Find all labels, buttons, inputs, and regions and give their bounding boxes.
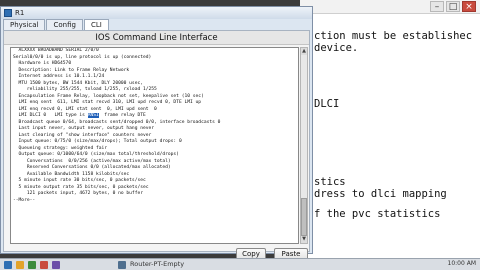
folder-icon[interactable] [16, 261, 24, 269]
doc-line: f the pvc statistics [314, 208, 441, 220]
background-window-titlebar: – □ × [300, 0, 480, 14]
doc-line: DLCI [314, 98, 340, 110]
tab-physical[interactable]: Physical [3, 19, 46, 30]
tab-cli[interactable]: CLI [83, 19, 109, 30]
app-icon[interactable] [40, 261, 48, 269]
taskbar-clock: 10:00 AM [447, 260, 476, 267]
scroll-thumb[interactable] [301, 198, 307, 236]
doc-line: device. [314, 42, 359, 54]
doc-line: ction must be establishec [314, 30, 473, 42]
window-title-bar[interactable]: R1 [1, 7, 312, 19]
window-title: R1 [15, 9, 25, 17]
cli-header: IOS Command Line Interface [4, 31, 309, 45]
background-document: ction must be establishec device. DLCI s… [300, 0, 480, 258]
terminal-more-prompt: --More-- [13, 197, 36, 203]
taskbar: Router-PT-Empty 10:00 AM [0, 258, 480, 270]
tab-bar: Physical Config CLI [3, 19, 110, 30]
tab-config[interactable]: Config [46, 19, 83, 30]
router-icon [4, 9, 12, 17]
router-window: R1 Physical Config CLI IOS Command Line … [0, 6, 313, 261]
minimize-icon[interactable]: – [430, 1, 444, 12]
app-icon[interactable] [28, 261, 36, 269]
app-icon[interactable] [52, 261, 60, 269]
terminal-scrollbar[interactable]: ▲ ▼ [300, 47, 308, 244]
maximize-icon[interactable]: □ [446, 1, 460, 12]
doc-line: dress to dlci mapping [314, 188, 447, 200]
start-icon[interactable] [4, 261, 12, 269]
lmi-prefix: LMI DLCI 0 LMI type is [13, 113, 88, 118]
cli-panel: IOS Command Line Interface ALXXXX BROADB… [3, 30, 310, 261]
taskbar-label[interactable]: Router-PT-Empty [130, 260, 184, 268]
close-icon[interactable]: × [462, 1, 476, 12]
doc-line: stics [314, 176, 346, 188]
scroll-up-icon[interactable]: ▲ [301, 48, 307, 55]
lmi-type-highlight: ANSI [87, 113, 99, 118]
terminal-output[interactable]: ALXXXX BROADBAND SERIAL 2/0/0 Serial0/0/… [10, 47, 299, 244]
router-task-icon[interactable] [118, 261, 126, 269]
lmi-suffix: frame relay DTE [98, 113, 146, 118]
scroll-down-icon[interactable]: ▼ [301, 236, 307, 243]
